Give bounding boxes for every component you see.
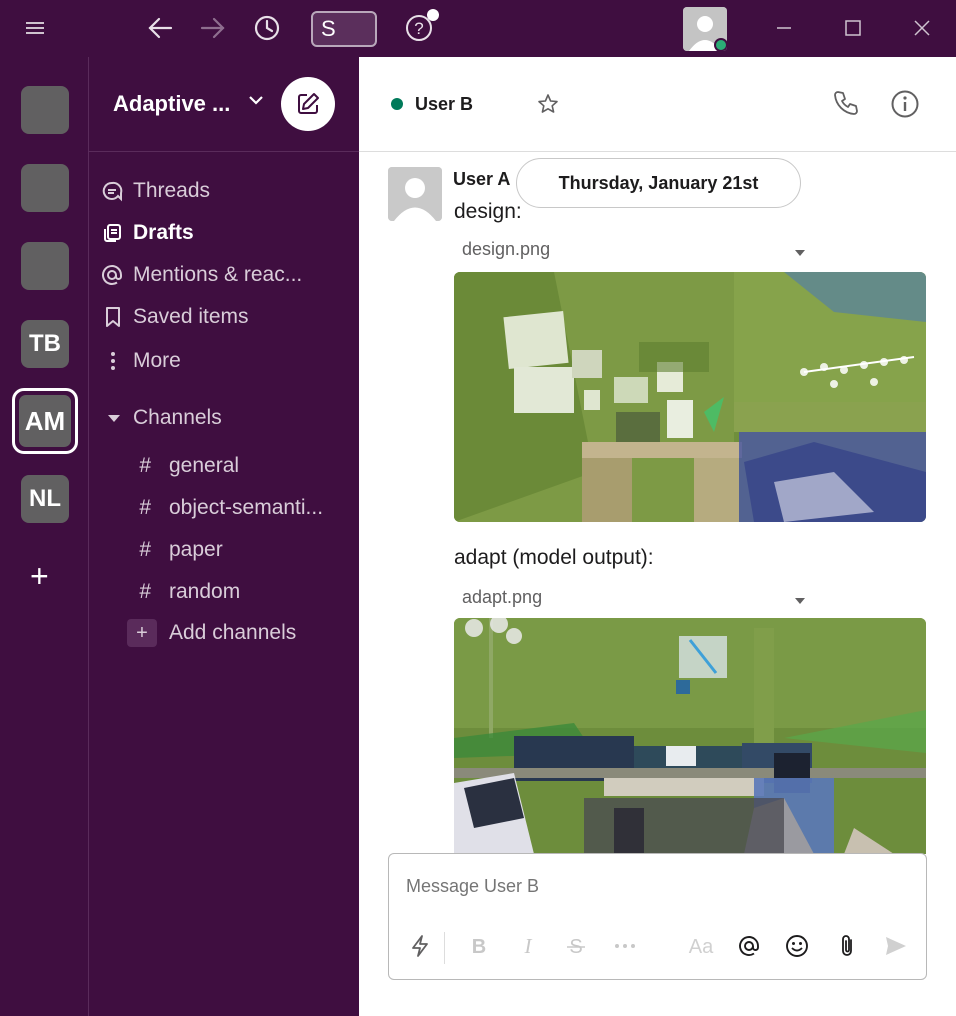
avatar[interactable] xyxy=(388,167,442,221)
sidebar-channel-random[interactable]: # random xyxy=(89,572,359,612)
workspace-1[interactable] xyxy=(21,86,69,134)
text-format-icon[interactable]: Aa xyxy=(684,930,718,962)
channel-label: random xyxy=(169,580,241,603)
menu-icon[interactable] xyxy=(19,12,51,44)
caret-down-icon xyxy=(89,411,133,425)
add-channels-button[interactable]: + Add channels xyxy=(89,613,359,653)
add-channels-label: Add channels xyxy=(169,621,297,644)
date-divider[interactable]: Thursday, January 21st xyxy=(516,158,801,208)
more-vertical-icon xyxy=(89,350,133,372)
channel-label: object-semanti... xyxy=(169,496,324,519)
mention-icon[interactable] xyxy=(735,930,763,962)
italic-icon[interactable]: I xyxy=(514,930,542,962)
sidebar-item-label: Mentions & reac... xyxy=(133,263,303,286)
maximize-icon[interactable] xyxy=(837,12,869,44)
bookmark-icon xyxy=(89,306,133,328)
channels-section-header[interactable]: Channels xyxy=(89,398,359,438)
workspace-header: Adaptive ... xyxy=(89,57,359,152)
chevron-down-icon[interactable] xyxy=(247,93,265,112)
send-icon[interactable] xyxy=(882,930,910,962)
channel-label: paper xyxy=(169,538,223,561)
hash-icon: # xyxy=(139,538,151,561)
workspace-am-label: AM xyxy=(19,395,71,447)
svg-text:?: ? xyxy=(414,19,423,38)
message-input[interactable] xyxy=(406,876,906,897)
adapt-image[interactable] xyxy=(454,618,926,854)
sidebar-item-label: More xyxy=(133,349,181,372)
sidebar-item-more[interactable]: More xyxy=(89,341,359,381)
add-workspace-button[interactable]: + xyxy=(30,560,49,592)
bold-icon[interactable]: B xyxy=(465,930,493,962)
shortcuts-icon[interactable] xyxy=(406,930,434,962)
toolbar-divider xyxy=(444,932,445,964)
hash-icon: # xyxy=(139,580,151,603)
attach-icon[interactable] xyxy=(833,930,861,962)
plus-icon: + xyxy=(127,619,157,647)
hash-icon: # xyxy=(139,496,151,519)
star-icon[interactable] xyxy=(537,93,559,120)
message-composer: B I S Aa xyxy=(388,853,927,980)
workspace-tb[interactable]: TB xyxy=(21,320,69,368)
svg-text:Aa: Aa xyxy=(689,936,714,957)
workspace-am-active[interactable]: AM xyxy=(12,388,78,454)
emoji-icon[interactable] xyxy=(783,930,811,962)
file-attachment-header[interactable]: design.png xyxy=(454,235,814,263)
forward-arrow-icon[interactable] xyxy=(197,12,229,44)
phone-call-icon[interactable] xyxy=(832,89,860,122)
more-formatting-icon[interactable] xyxy=(611,930,639,962)
channel-label: general xyxy=(169,454,240,477)
compose-icon xyxy=(298,93,319,114)
sidebar-item-label: Saved items xyxy=(133,305,249,328)
title-bar: S ? xyxy=(0,0,956,57)
file-name: design.png xyxy=(462,238,551,259)
avatar[interactable] xyxy=(683,7,727,51)
message-text: adapt (model output): xyxy=(454,546,654,569)
sidebar-channel-general[interactable]: # general xyxy=(89,446,359,486)
workspace-nl[interactable]: NL xyxy=(21,475,69,523)
sidebar-item-drafts[interactable]: Drafts xyxy=(89,213,359,253)
hash-icon: # xyxy=(139,454,151,477)
online-status-icon xyxy=(714,38,727,51)
design-image[interactable] xyxy=(454,272,926,522)
channels-section-label: Channels xyxy=(133,406,222,429)
close-icon[interactable] xyxy=(906,12,938,44)
sidebar-item-threads[interactable]: Threads xyxy=(89,171,359,211)
message-text: design: xyxy=(454,200,522,223)
file-name: adapt.png xyxy=(462,586,543,607)
strikethrough-icon[interactable]: S xyxy=(562,930,590,962)
sidebar-item-label: Threads xyxy=(133,179,211,202)
search-input[interactable]: S xyxy=(311,11,377,47)
conversation-title[interactable]: User B xyxy=(415,94,473,115)
workspace-rail: TB AM NL + xyxy=(0,57,89,1016)
file-attachment-header[interactable]: adapt.png xyxy=(454,583,814,611)
notification-dot xyxy=(427,9,439,21)
conversation-pane: User B User A Thursday, January 21st des… xyxy=(359,57,956,1016)
svg-text:B: B xyxy=(472,936,486,957)
workspace-3[interactable] xyxy=(21,242,69,290)
workspace-2[interactable] xyxy=(21,164,69,212)
caret-down-icon[interactable] xyxy=(793,593,807,611)
svg-text:I: I xyxy=(524,935,533,957)
history-clock-icon[interactable] xyxy=(251,12,283,44)
channel-sidebar: Adaptive ... Threads Drafts Mentions & r… xyxy=(89,57,359,1016)
sidebar-channel-paper[interactable]: # paper xyxy=(89,530,359,570)
back-arrow-icon[interactable] xyxy=(144,12,176,44)
caret-down-icon[interactable] xyxy=(793,245,807,263)
message-author[interactable]: User A xyxy=(453,169,510,190)
info-icon[interactable] xyxy=(890,89,920,124)
mention-icon xyxy=(89,264,133,286)
presence-indicator xyxy=(391,98,403,110)
compose-button[interactable] xyxy=(281,77,335,131)
conversation-header: User B xyxy=(359,57,956,152)
threads-icon xyxy=(89,180,133,202)
sidebar-item-saved[interactable]: Saved items xyxy=(89,297,359,337)
minimize-icon[interactable] xyxy=(768,12,800,44)
workspace-name[interactable]: Adaptive ... xyxy=(113,91,230,117)
sidebar-item-label: Drafts xyxy=(133,221,194,244)
sidebar-item-mentions[interactable]: Mentions & reac... xyxy=(89,255,359,295)
drafts-icon xyxy=(89,222,133,244)
sidebar-channel-object-semantics[interactable]: # object-semanti... xyxy=(89,488,359,528)
